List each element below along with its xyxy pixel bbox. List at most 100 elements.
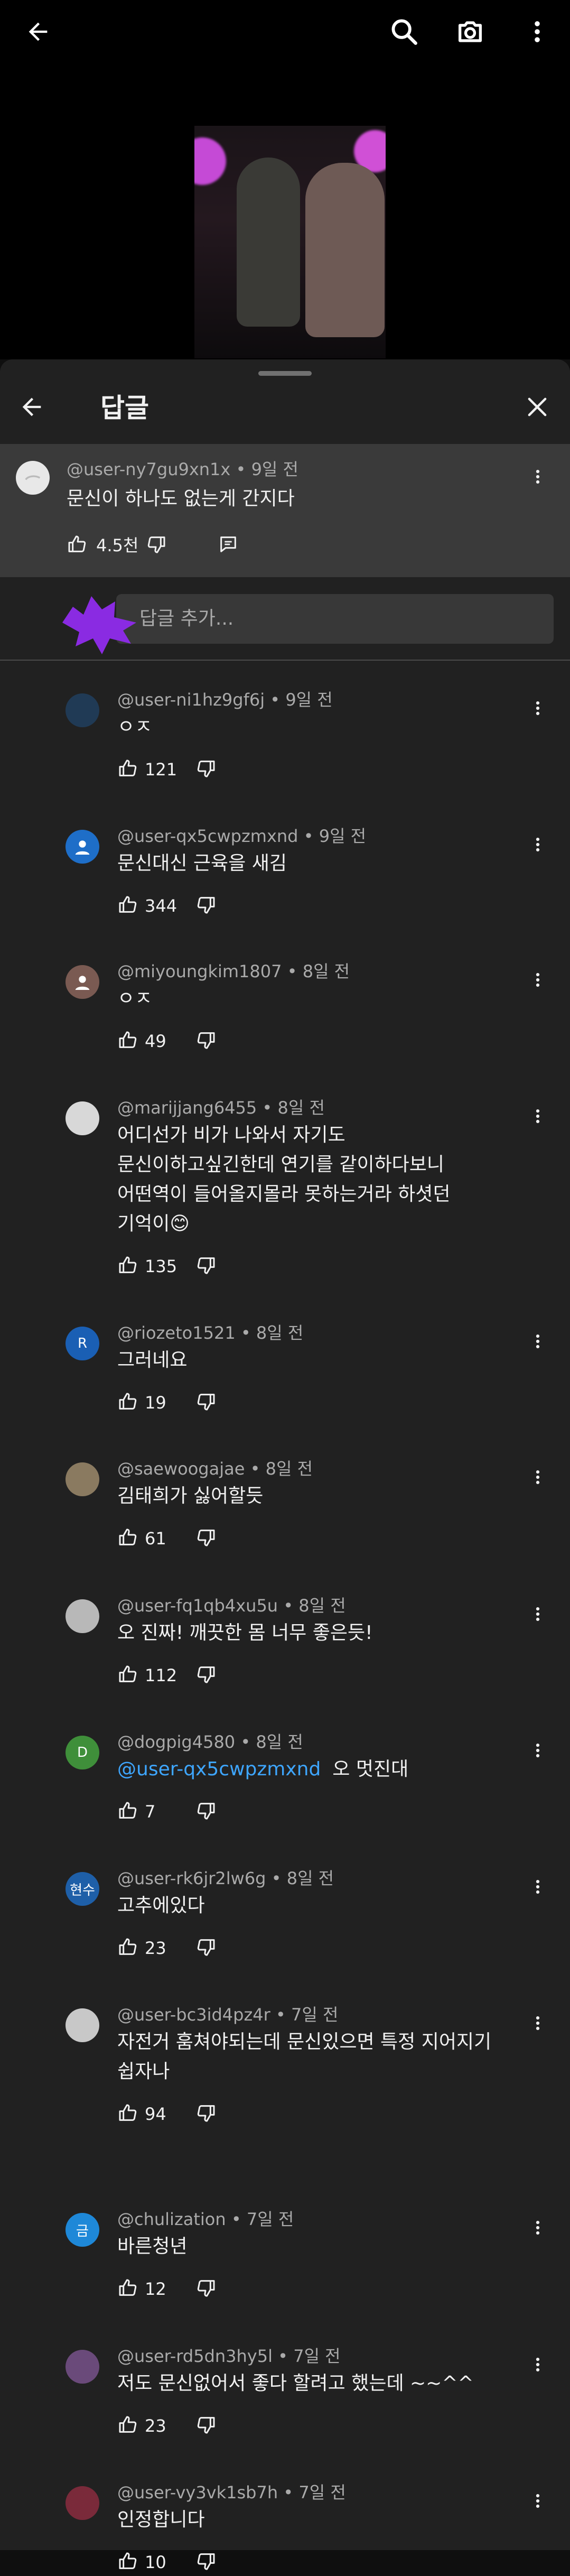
like-icon[interactable] [67, 534, 92, 559]
dislike-icon[interactable] [146, 534, 171, 559]
comment-meta: @user-rd5dn3hy5l • 7일 전 [117, 2346, 341, 2366]
comment-author[interactable]: @marijjang6455 [117, 1098, 257, 1118]
back-arrow-icon[interactable] [15, 390, 49, 424]
like-icon[interactable] [117, 2551, 143, 2576]
performer-figure [305, 163, 385, 337]
parent-comment: @user-ny7gu9xn1x • 9일 전 문신이 하나도 없는게 간지다 … [0, 444, 570, 577]
dislike-icon[interactable] [195, 2102, 221, 2128]
comment-author[interactable]: @user-vy3vk1sb7h [117, 2482, 278, 2503]
more-vert-icon[interactable] [520, 15, 554, 49]
dislike-icon[interactable] [195, 1030, 221, 1055]
more-vert-icon[interactable] [527, 460, 548, 494]
like-count: 135 [145, 1256, 177, 1276]
avatar[interactable] [66, 830, 99, 864]
comment-author[interactable]: @user-bc3id4pz4r [117, 2005, 270, 2025]
comment-author[interactable]: @dogpig4580 [117, 1732, 235, 1752]
comment-meta: @user-ny7gu9xn1x • 9일 전 [67, 459, 298, 479]
close-icon[interactable] [520, 390, 554, 424]
avatar[interactable]: D [66, 1736, 99, 1769]
divider [0, 660, 570, 661]
dislike-icon[interactable] [195, 894, 221, 920]
like-icon[interactable] [117, 2102, 143, 2128]
more-vert-icon[interactable] [527, 1324, 548, 1358]
reply-icon[interactable] [218, 534, 243, 559]
mention-link[interactable]: @user-qx5cwpzmxnd [117, 1758, 321, 1780]
comment-author[interactable]: @user-ni1hz9gf6j [117, 690, 265, 710]
video-thumbnail [194, 126, 386, 358]
more-vert-icon[interactable] [527, 1734, 548, 1767]
dislike-icon[interactable] [195, 2551, 221, 2576]
avatar[interactable] [66, 2486, 99, 2520]
avatar[interactable] [66, 1599, 99, 1633]
avatar[interactable] [16, 461, 50, 495]
like-icon[interactable] [117, 2277, 143, 2303]
like-icon[interactable] [117, 1527, 143, 1552]
back-arrow-icon[interactable] [21, 15, 55, 49]
dislike-icon[interactable] [195, 1255, 221, 1280]
avatar[interactable]: R [66, 1327, 99, 1360]
comment-meta: @user-fq1qb4xu5u • 8일 전 [117, 1596, 346, 1616]
more-vert-icon[interactable] [527, 1460, 548, 1494]
more-vert-icon[interactable] [527, 691, 548, 725]
comment-time: 7일 전 [246, 2209, 294, 2229]
more-vert-icon[interactable] [527, 2211, 548, 2245]
more-vert-icon[interactable] [527, 2006, 548, 2040]
comment-text: 바른청년 [117, 2236, 188, 2257]
avatar[interactable] [66, 693, 99, 727]
like-icon[interactable] [117, 1664, 143, 1689]
more-vert-icon[interactable] [527, 1099, 548, 1133]
avatar[interactable] [66, 2350, 99, 2384]
replies-panel: 답글 @user-ny7gu9xn1x • 9일 전 문신이 하나도 없는게 간… [0, 359, 570, 2572]
comment-time: 9일 전 [319, 826, 367, 846]
avatar[interactable] [66, 1462, 99, 1496]
comment-text-body: 오 멋진대 [332, 1758, 409, 1780]
more-vert-icon[interactable] [527, 2484, 548, 2518]
dislike-icon[interactable] [195, 2414, 221, 2440]
like-icon[interactable] [117, 1391, 143, 1416]
more-vert-icon[interactable] [527, 963, 548, 997]
like-icon[interactable] [117, 1936, 143, 1962]
avatar[interactable]: 현수 [66, 1872, 99, 1906]
comment-meta: @chulization • 7일 전 [117, 2209, 294, 2229]
more-vert-icon[interactable] [527, 828, 548, 861]
like-icon[interactable] [117, 894, 143, 920]
comment-author[interactable]: @user-ny7gu9xn1x [67, 459, 230, 479]
comment-author[interactable]: @riozeto1521 [117, 1323, 236, 1343]
dislike-icon[interactable] [195, 1936, 221, 1962]
comment-author[interactable]: @chulization [117, 2209, 226, 2229]
like-icon[interactable] [117, 1800, 143, 1826]
comment-time: 9일 전 [251, 459, 298, 479]
comment-author[interactable]: @saewoogajae [117, 1459, 245, 1479]
like-count: 4.5천 [96, 535, 139, 555]
performer-figure [237, 157, 300, 327]
comment-author[interactable]: @user-rd5dn3hy5l [117, 2346, 273, 2366]
like-icon[interactable] [117, 1030, 143, 1055]
dislike-icon[interactable] [195, 1664, 221, 1689]
camera-icon[interactable] [453, 15, 487, 49]
comment-author[interactable]: @user-qx5cwpzmxnd [117, 826, 298, 846]
like-icon[interactable] [117, 758, 143, 783]
dislike-icon[interactable] [195, 2277, 221, 2303]
video-player[interactable] [0, 0, 570, 359]
comment-author[interactable]: @user-rk6jr2lw6g [117, 1868, 266, 1888]
comment-author[interactable]: @user-fq1qb4xu5u [117, 1596, 278, 1616]
more-vert-icon[interactable] [527, 1870, 548, 1904]
more-vert-icon[interactable] [527, 2348, 548, 2382]
like-icon[interactable] [117, 2414, 143, 2440]
search-icon[interactable] [387, 15, 421, 49]
dislike-icon[interactable] [195, 1391, 221, 1416]
like-icon[interactable] [117, 1255, 143, 1280]
dislike-icon[interactable] [195, 1800, 221, 1826]
drag-handle[interactable] [258, 371, 312, 376]
dislike-icon[interactable] [195, 1527, 221, 1552]
comment-time: 7일 전 [291, 2005, 339, 2025]
avatar[interactable]: 금 [66, 2213, 99, 2247]
avatar[interactable] [66, 965, 99, 999]
comment-time: 8일 전 [302, 961, 350, 981]
comment-author[interactable]: @miyoungkim1807 [117, 961, 282, 981]
add-reply-input[interactable]: 답글 추가... [116, 594, 554, 644]
avatar[interactable] [66, 2008, 99, 2042]
more-vert-icon[interactable] [527, 1597, 548, 1631]
dislike-icon[interactable] [195, 758, 221, 783]
avatar[interactable] [66, 1101, 99, 1135]
